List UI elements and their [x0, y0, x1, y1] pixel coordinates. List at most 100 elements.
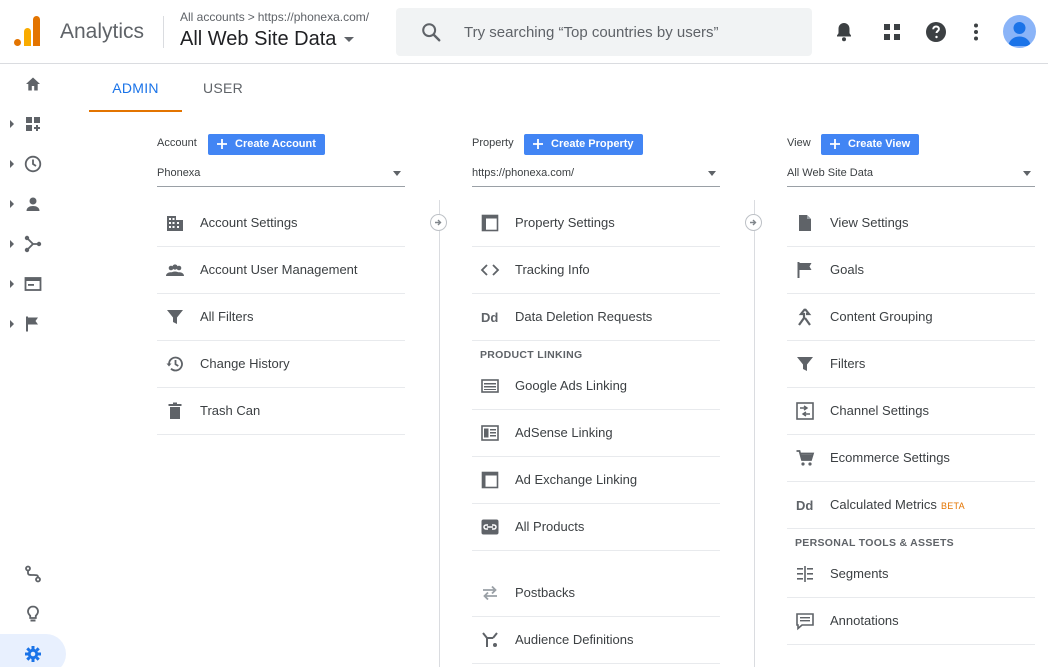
property-list: Property Settings Tracking Info Dd Data …: [472, 200, 720, 664]
tracking-info-label: Tracking Info: [515, 262, 590, 277]
trash-can-item[interactable]: Trash Can: [157, 388, 405, 435]
nav-behavior[interactable]: [0, 264, 66, 304]
goals-item[interactable]: Goals: [787, 247, 1035, 294]
search-input[interactable]: [464, 20, 794, 44]
property-selected: https://phonexa.com/: [472, 167, 575, 179]
search-icon: [422, 23, 441, 42]
breadcrumb-all-accounts[interactable]: All accounts: [180, 10, 245, 24]
channel-settings-item[interactable]: Channel Settings: [787, 388, 1035, 435]
view-title: All Web Site Data: [180, 28, 337, 50]
ad-exchange-linking-item[interactable]: Ad Exchange Linking: [472, 457, 720, 504]
account-user-management-item[interactable]: Account User Management: [157, 247, 405, 294]
tab-bar: ADMIN USER: [89, 64, 1048, 112]
help-icon[interactable]: [924, 20, 948, 44]
nav-acquisition[interactable]: [0, 224, 66, 264]
plus-icon: [533, 139, 543, 149]
column-separator: [439, 200, 440, 667]
property-label: Property: [472, 137, 514, 149]
ecommerce-settings-item[interactable]: Ecommerce Settings: [787, 435, 1035, 482]
postbacks-icon: [483, 585, 497, 601]
caret-down-icon: [708, 171, 716, 176]
trash-can-label: Trash Can: [200, 403, 261, 418]
notifications-bell-icon[interactable]: [832, 20, 856, 44]
document-icon: [799, 215, 811, 231]
left-nav: [0, 64, 66, 667]
adsense-icon: [481, 425, 499, 441]
view-selector-dropdown[interactable]: All Web Site Data: [787, 165, 1035, 187]
postbacks-item[interactable]: Postbacks: [472, 570, 720, 617]
nav-conversions[interactable]: [0, 304, 66, 344]
plus-icon: [830, 139, 840, 149]
all-filters-label: All Filters: [200, 309, 254, 324]
google-ads-linking-label: Google Ads Linking: [515, 378, 628, 393]
filter-icon: [167, 310, 183, 324]
grouping-icon: [798, 308, 812, 326]
expand-arrow-icon: [10, 200, 14, 208]
create-view-button[interactable]: Create View: [821, 134, 920, 155]
view-selector[interactable]: All Web Site Data: [180, 28, 355, 51]
calculated-metrics-item[interactable]: Dd Calculated Metrics BETA: [787, 482, 1035, 529]
segments-item[interactable]: Segments: [787, 551, 1035, 598]
caret-down-icon: [1023, 171, 1031, 176]
calculated-metrics-text: Calculated Metrics BETA: [830, 497, 965, 512]
view-list: View Settings Goals Content Grouping Fil…: [787, 200, 1035, 645]
filters-item[interactable]: Filters: [787, 341, 1035, 388]
view-label: View: [787, 137, 811, 149]
nav-audience[interactable]: [0, 184, 66, 224]
all-filters-item[interactable]: All Filters: [157, 294, 405, 341]
apps-grid-icon[interactable]: [880, 20, 904, 44]
caret-down-icon: [344, 37, 355, 43]
postbacks-label: Postbacks: [515, 585, 575, 600]
nav-realtime[interactable]: [0, 144, 66, 184]
create-property-button[interactable]: Create Property: [524, 134, 643, 155]
account-selector[interactable]: Phonexa: [157, 165, 405, 187]
account-list: Account Settings Account User Management…: [157, 200, 405, 435]
account-settings-item[interactable]: Account Settings: [157, 200, 405, 247]
property-settings-item[interactable]: Property Settings: [472, 200, 720, 247]
tab-admin[interactable]: ADMIN: [89, 64, 182, 112]
dd-icon: Dd: [481, 310, 498, 325]
audience-person-icon: [26, 197, 40, 211]
trash-icon: [168, 402, 182, 419]
analytics-logo-icon[interactable]: [14, 16, 42, 46]
admin-main: ADMIN USER Account Create Account Phonex…: [89, 64, 1048, 667]
expand-arrow-icon: [10, 320, 14, 328]
nav-admin[interactable]: [0, 634, 66, 667]
breadcrumb-property[interactable]: https://phonexa.com/: [258, 10, 369, 24]
account-selected: Phonexa: [157, 167, 201, 179]
nav-discover[interactable]: [0, 594, 66, 634]
nav-attribution[interactable]: [0, 554, 66, 594]
breadcrumb-separator: >: [247, 10, 255, 24]
annotations-item[interactable]: Annotations: [787, 598, 1035, 645]
search-bar[interactable]: [396, 8, 812, 56]
property-selector[interactable]: https://phonexa.com/: [472, 165, 720, 187]
more-vert-icon[interactable]: [964, 20, 988, 44]
nav-home[interactable]: [0, 64, 66, 104]
admin-columns: Account Create Account Phonexa Account S…: [89, 112, 1048, 667]
view-settings-item[interactable]: View Settings: [787, 200, 1035, 247]
channel-settings-label: Channel Settings: [830, 403, 930, 418]
audience-definitions-item[interactable]: Audience Definitions: [472, 617, 720, 664]
data-deletion-requests-item[interactable]: Dd Data Deletion Requests: [472, 294, 720, 341]
nav-customization[interactable]: [0, 104, 66, 144]
building-icon: [167, 216, 183, 231]
customization-icon: [26, 117, 40, 131]
dd-icon: Dd: [796, 498, 813, 513]
create-account-label: Create Account: [235, 138, 316, 150]
content-grouping-item[interactable]: Content Grouping: [787, 294, 1035, 341]
breadcrumb[interactable]: All accounts > https://phonexa.com/: [180, 10, 369, 24]
goals-label: Goals: [830, 262, 864, 277]
google-ads-linking-item[interactable]: Google Ads Linking: [472, 363, 720, 410]
adsense-linking-item[interactable]: AdSense Linking: [472, 410, 720, 457]
user-avatar[interactable]: [1003, 15, 1036, 48]
adexchange-icon: [481, 471, 499, 489]
cart-icon: [796, 450, 815, 466]
all-products-item[interactable]: All Products: [472, 504, 720, 551]
change-history-item[interactable]: Change History: [157, 341, 405, 388]
tracking-info-item[interactable]: Tracking Info: [472, 247, 720, 294]
app-name: Analytics: [60, 20, 145, 43]
tab-user[interactable]: USER: [182, 64, 264, 112]
segments-label: Segments: [830, 566, 889, 581]
create-account-button[interactable]: Create Account: [208, 134, 325, 155]
expand-arrow-icon: [10, 120, 14, 128]
